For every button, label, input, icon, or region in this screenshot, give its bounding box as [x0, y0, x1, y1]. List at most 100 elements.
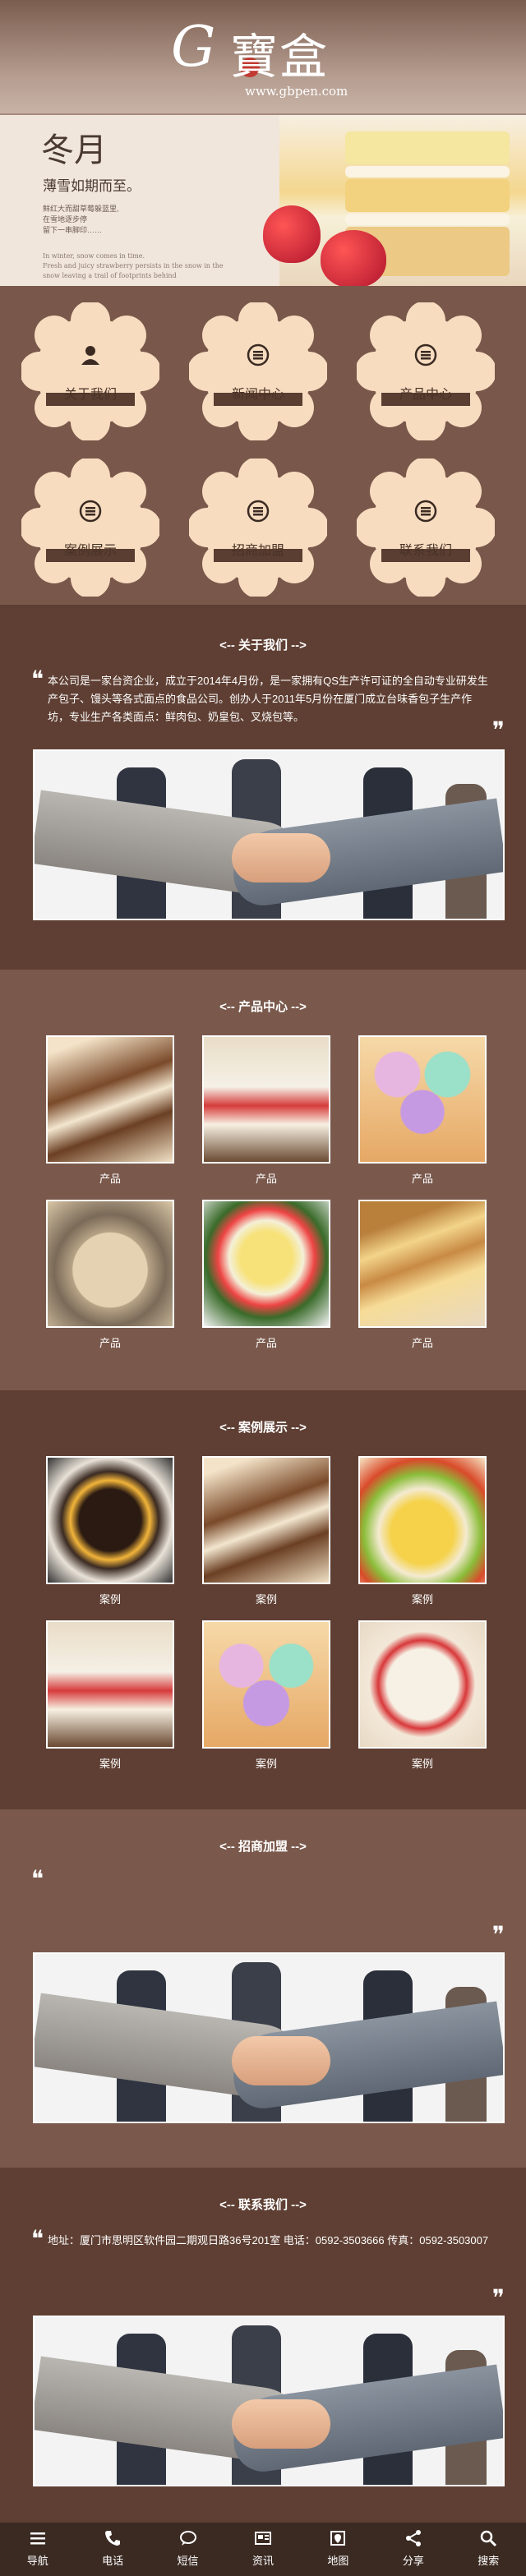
menu-item-news[interactable]: 新闻中心 [189, 302, 327, 440]
hero-banner[interactable]: 冬月 薄雪如期而至。 鲜红大而甜草莓躲蓝里, 在雪地逐步停 留下一串脚印…… I… [0, 115, 526, 286]
menu-label: 产品中心 [399, 388, 452, 402]
case-card[interactable]: 案例 [358, 1620, 487, 1771]
nav-item-news[interactable]: 资讯 [225, 2523, 300, 2576]
product-caption: 产品 [99, 1337, 121, 1349]
nav-label: 导航 [26, 2555, 48, 2567]
logo[interactable]: G 寶盒 www.gbpen.com [171, 8, 360, 99]
case-image [202, 1456, 330, 1584]
about-text: 本公司是一家台资企业，成立于2014年4月份，是一家拥有QS生产许可证的全自动专… [48, 675, 488, 723]
case-image [358, 1456, 487, 1584]
nav-item-map[interactable]: 地图 [301, 2523, 376, 2576]
product-caption: 产品 [411, 1337, 433, 1349]
case-card[interactable]: 案例 [202, 1456, 330, 1606]
banner-english-text: In winter, snow comes in time. Fresh and… [43, 252, 224, 279]
main-menu: 关于我们 新闻中心 产品中心 案例展示 招商加盟 联系我们 [0, 286, 526, 608]
menu-label: 关于我们 [63, 388, 117, 402]
product-card[interactable]: 产品 [358, 1200, 487, 1350]
user-icon [81, 346, 99, 365]
product-card[interactable]: 产品 [46, 1035, 174, 1186]
product-card[interactable]: 产品 [202, 1200, 330, 1350]
case-caption: 案例 [411, 1593, 433, 1606]
product-card[interactable]: 产品 [358, 1035, 487, 1186]
case-card[interactable]: 案例 [358, 1456, 487, 1606]
section-title[interactable]: <-- 关于我们 --> [0, 608, 526, 653]
banner-title: 冬月 [41, 131, 107, 169]
nav-label: 搜索 [478, 2555, 500, 2567]
case-image [358, 1620, 487, 1749]
case-caption: 案例 [255, 1593, 277, 1606]
case-image [202, 1620, 330, 1749]
about-section: <-- 关于我们 --> ❝ 本公司是一家台资企业，成立于2014年4月份，是一… [0, 608, 526, 970]
quote-open-icon: ❝ [31, 666, 44, 693]
menu-item-about[interactable]: 关于我们 [21, 302, 159, 440]
menu-label: 联系我们 [399, 544, 452, 558]
case-card[interactable]: 案例 [46, 1456, 174, 1606]
menu-item-products[interactable]: 产品中心 [357, 302, 495, 440]
handshake-photo[interactable] [33, 749, 505, 920]
case-caption: 案例 [255, 1758, 277, 1770]
product-card[interactable]: 产品 [46, 1200, 174, 1350]
case-card[interactable]: 案例 [46, 1620, 174, 1771]
menu-icon [30, 2532, 45, 2545]
logo-letter: G [171, 15, 216, 80]
search-icon [480, 2530, 497, 2547]
menu-label: 新闻中心 [231, 388, 284, 402]
section-title[interactable]: <-- 案例展示 --> [0, 1390, 526, 1435]
banner-subtitle: 薄雪如期而至。 [43, 178, 141, 195]
handshake-photo[interactable] [33, 1952, 505, 2123]
quote-close-icon: ❞ [491, 717, 505, 744]
product-image [358, 1200, 487, 1328]
nav-label: 资讯 [251, 2555, 274, 2567]
quote-close-icon: ❞ [491, 1921, 505, 1948]
nav-item-search[interactable]: 搜索 [451, 2523, 526, 2576]
case-caption: 案例 [411, 1758, 433, 1770]
cake-photo [263, 115, 526, 286]
site-header: G 寶盒 www.gbpen.com [0, 0, 526, 115]
quote-open-icon: ❝ [31, 1865, 44, 1892]
join-section: <-- 招商加盟 --> ❝ ❞ [0, 1809, 526, 2168]
product-caption: 产品 [411, 1173, 433, 1185]
list-icon [414, 500, 437, 523]
product-image [46, 1035, 174, 1164]
product-card[interactable]: 产品 [202, 1035, 330, 1186]
list-icon [247, 500, 270, 523]
case-image [46, 1456, 174, 1584]
contact-section: <-- 联系我们 --> ❝ 地址：厦门市思明区软件园二期观日路36号201室 … [0, 2168, 526, 2527]
cases-section: <-- 案例展示 --> 案例 案例 案例 案例 案例 案例 [0, 1390, 526, 1809]
nav-item-sms[interactable]: 短信 [150, 2523, 225, 2576]
phone-icon [105, 2531, 121, 2546]
nav-item-phone[interactable]: 电话 [75, 2523, 150, 2576]
section-title[interactable]: <-- 产品中心 --> [0, 970, 526, 1015]
nav-item-menu[interactable]: 导航 [0, 2523, 75, 2576]
product-caption: 产品 [255, 1173, 277, 1185]
handshake-photo[interactable] [33, 2316, 505, 2486]
section-title[interactable]: <-- 联系我们 --> [0, 2168, 526, 2213]
menu-item-contact[interactable]: 联系我们 [357, 459, 495, 597]
quote-open-icon: ❝ [31, 2225, 44, 2252]
menu-item-join[interactable]: 招商加盟 [189, 459, 327, 597]
products-section: <-- 产品中心 --> 产品 产品 产品 产品 产品 产品 [0, 970, 526, 1390]
nav-label: 短信 [177, 2555, 199, 2567]
map-icon [330, 2531, 346, 2546]
share-icon [405, 2530, 421, 2546]
nav-label: 地图 [327, 2555, 349, 2567]
nav-item-share[interactable]: 分享 [376, 2523, 450, 2576]
product-image [202, 1200, 330, 1328]
contact-text: 地址：厦门市思明区软件园二期观日路36号201室 电话：0592-3503666… [48, 2234, 489, 2247]
case-image [46, 1620, 174, 1749]
list-icon [79, 500, 102, 523]
product-caption: 产品 [255, 1337, 277, 1349]
menu-item-cases[interactable]: 案例展示 [21, 459, 159, 597]
bottom-nav: 导航 电话 短信 资讯 地图 分享 搜索 [0, 2523, 526, 2576]
list-icon [414, 343, 437, 366]
nav-label: 分享 [402, 2555, 424, 2567]
product-image [46, 1200, 174, 1328]
section-title[interactable]: <-- 招商加盟 --> [0, 1809, 526, 1855]
logo-text: 寶盒 [230, 29, 330, 85]
menu-label: 案例展示 [63, 544, 117, 558]
news-icon [254, 2532, 271, 2545]
list-icon [247, 343, 270, 366]
logo-url: www.gbpen.com [245, 84, 348, 99]
case-caption: 案例 [99, 1758, 121, 1770]
case-card[interactable]: 案例 [202, 1620, 330, 1771]
